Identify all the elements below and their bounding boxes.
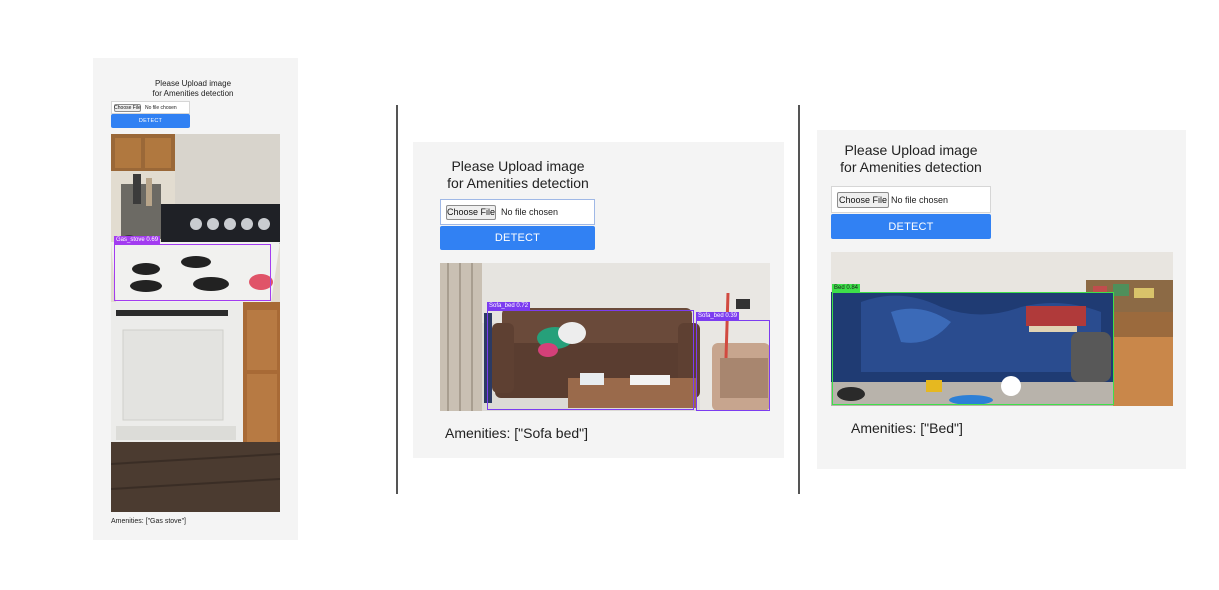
upload-panel-stove: Please Upload image for Amenities detect… bbox=[93, 58, 298, 540]
file-input[interactable]: Choose File No file chosen bbox=[440, 199, 595, 225]
detect-button[interactable]: DETECT bbox=[440, 226, 595, 250]
uploaded-image-kitchen: Gas_stove 0.69 bbox=[111, 134, 280, 512]
amenities-result: Amenities: ["Bed"] bbox=[851, 420, 963, 436]
detection-box-bed: Bed 0.84 bbox=[832, 284, 1114, 405]
amenities-result: Amenities: ["Gas stove"] bbox=[111, 518, 186, 525]
upload-panel-sofa: Please Upload image for Amenities detect… bbox=[413, 142, 784, 458]
file-input[interactable]: Choose File No file chosen bbox=[831, 186, 991, 213]
title-line-2: for Amenities detection bbox=[447, 174, 589, 191]
choose-file-button[interactable]: Choose File bbox=[114, 103, 141, 112]
divider bbox=[798, 105, 800, 494]
detect-button[interactable]: DETECT bbox=[831, 214, 991, 239]
upload-panel-bed: Please Upload image for Amenities detect… bbox=[817, 130, 1186, 469]
detection-label: Sofa_bed 0.72 bbox=[487, 302, 531, 310]
uploaded-image-bed: Bed 0.84 bbox=[831, 252, 1173, 406]
kitchen-photo bbox=[111, 134, 280, 512]
title-line-1: Please Upload image bbox=[154, 79, 232, 88]
title-line-2: for Amenities detection bbox=[152, 88, 234, 98]
title-line-1: Please Upload image bbox=[451, 158, 585, 174]
no-file-chosen-text: No file chosen bbox=[501, 207, 559, 217]
detection-box-gas-stove: Gas_stove 0.69 bbox=[114, 236, 271, 301]
no-file-chosen-text: No file chosen bbox=[891, 194, 949, 205]
uploaded-image-sofa: Sofa_bed 0.72 Sofa_bed 0.39 bbox=[440, 263, 770, 411]
detection-label: Sofa_bed 0.39 bbox=[696, 312, 740, 320]
detection-box-sofa-bed-1: Sofa_bed 0.72 bbox=[487, 302, 694, 410]
panel-title: Please Upload image for Amenities detect… bbox=[136, 79, 250, 98]
choose-file-button[interactable]: Choose File bbox=[446, 204, 496, 220]
title-line-1: Please Upload image bbox=[844, 142, 978, 158]
title-line-2: for Amenities detection bbox=[840, 158, 982, 175]
detection-label: Bed 0.84 bbox=[832, 284, 861, 292]
choose-file-button[interactable]: Choose File bbox=[837, 191, 889, 208]
no-file-chosen-text: No file chosen bbox=[145, 104, 177, 111]
divider bbox=[396, 105, 398, 494]
detect-button[interactable]: DETECT bbox=[111, 114, 190, 128]
panel-title: Please Upload image for Amenities detect… bbox=[433, 158, 603, 192]
amenities-result: Amenities: ["Sofa bed"] bbox=[445, 425, 589, 441]
detection-label: Gas_stove 0.69 bbox=[114, 236, 161, 244]
detection-box-sofa-bed-2: Sofa_bed 0.39 bbox=[696, 312, 770, 411]
panel-title: Please Upload image for Amenities detect… bbox=[826, 142, 996, 176]
file-input[interactable]: Choose File No file chosen bbox=[111, 101, 190, 114]
